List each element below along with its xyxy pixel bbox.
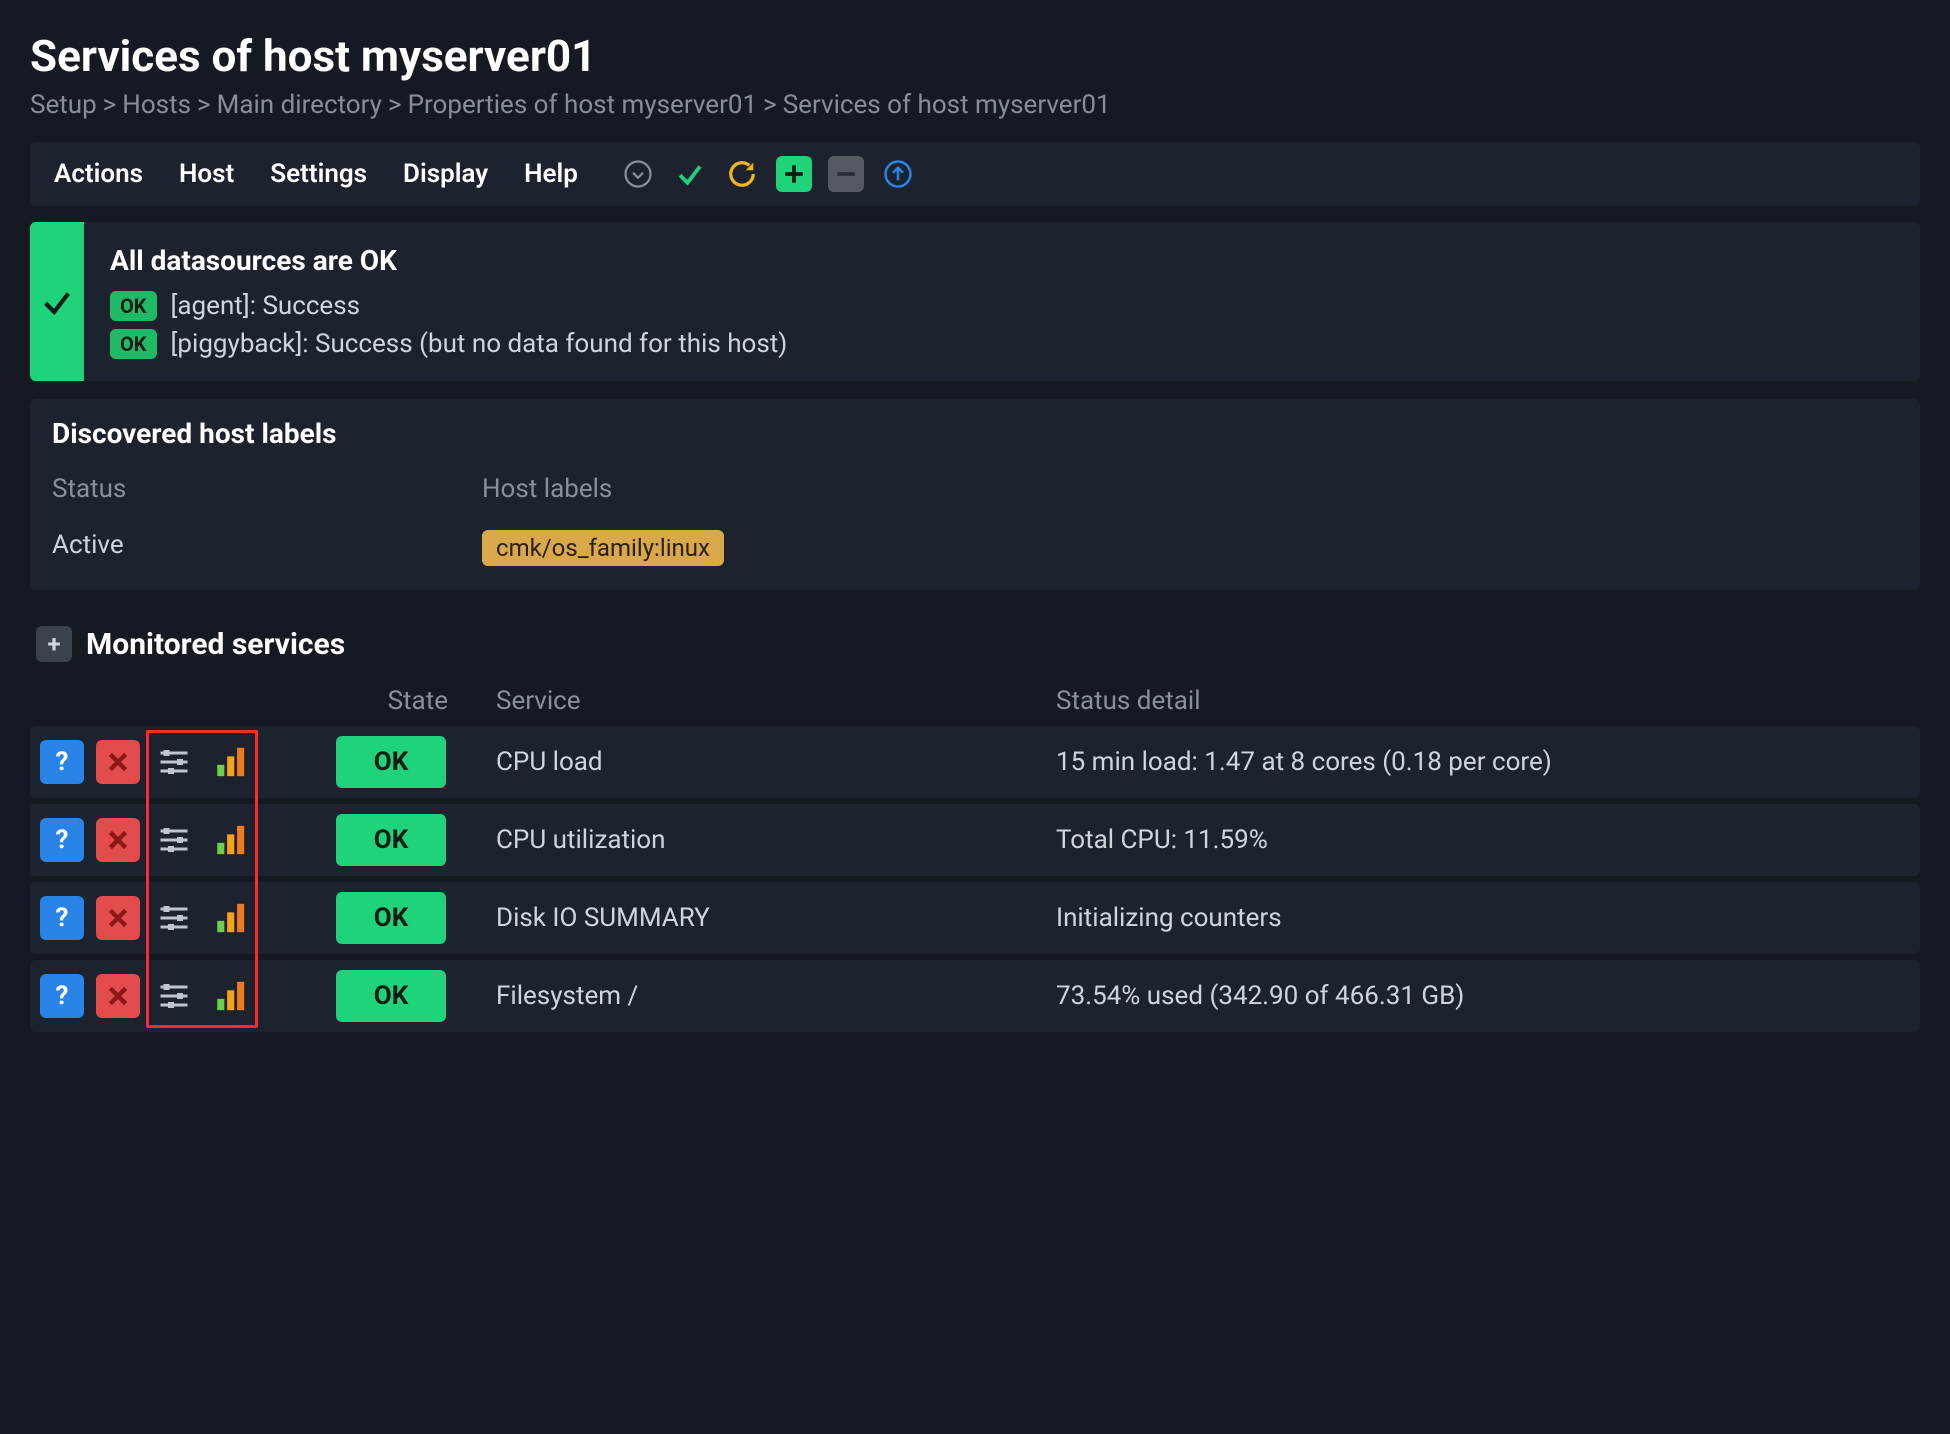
discovered-host-labels-section: Discovered host labels Status Host label…: [30, 399, 1920, 590]
check-icon: [40, 285, 74, 319]
expand-services-button[interactable]: +: [36, 626, 72, 662]
help-icon[interactable]: ?: [40, 974, 84, 1018]
parameters-icon[interactable]: [152, 818, 196, 862]
notice-title: All datasources are OK: [110, 244, 787, 277]
service-detail: 15 min load: 1.47 at 8 cores (0.18 per c…: [1056, 747, 1914, 777]
plus-icon[interactable]: [776, 156, 812, 192]
remove-icon[interactable]: [96, 974, 140, 1018]
breadcrumb-sep: >: [197, 90, 211, 120]
toolbar: Actions Host Settings Display Help: [30, 142, 1920, 206]
remove-icon[interactable]: [96, 896, 140, 940]
notice-line: OK [piggyback]: Success (but no data foun…: [110, 329, 787, 359]
arrow-up-circle-icon[interactable]: [880, 156, 916, 192]
table-row: ? OK Filesystem /73.54% used (342.90 of 46…: [30, 960, 1920, 1032]
notice-status-bar: [30, 222, 84, 381]
state-badge: OK: [336, 892, 446, 944]
chevron-down-circle-icon[interactable]: [620, 156, 656, 192]
service-name: CPU load: [496, 747, 1056, 777]
help-icon[interactable]: ?: [40, 740, 84, 784]
status-badge: OK: [110, 329, 157, 359]
breadcrumb-item[interactable]: Main directory: [217, 90, 382, 120]
menu-display[interactable]: Display: [403, 159, 488, 189]
breadcrumb-sep: >: [763, 90, 777, 120]
breadcrumb-sep: >: [103, 90, 117, 120]
breadcrumb-item[interactable]: Services of host myserver01: [783, 90, 1111, 120]
menu-help[interactable]: Help: [524, 159, 578, 189]
menu-settings[interactable]: Settings: [270, 159, 367, 189]
status-badge: OK: [110, 291, 157, 321]
col-state: State: [336, 686, 496, 716]
state-badge: OK: [336, 736, 446, 788]
menu-host[interactable]: Host: [179, 159, 234, 189]
col-host-labels: Host labels: [482, 474, 1898, 504]
minus-icon[interactable]: [828, 156, 864, 192]
remove-icon[interactable]: [96, 740, 140, 784]
table-row: ? OK Disk IO SUMMARYInitializing counters: [30, 882, 1920, 954]
notice-panel: All datasources are OK OK [agent]: Succes…: [30, 222, 1920, 381]
status-value: Active: [52, 530, 482, 566]
notice-text: [agent]: Success: [171, 291, 361, 321]
breadcrumb-sep: >: [388, 90, 402, 120]
remove-icon[interactable]: [96, 818, 140, 862]
notice-text: [piggyback]: Success (but no data found …: [171, 329, 788, 359]
service-detail: Initializing counters: [1056, 903, 1914, 933]
state-badge: OK: [336, 970, 446, 1022]
service-name: Disk IO SUMMARY: [496, 903, 1056, 933]
services-header: Monitored services: [86, 627, 345, 662]
col-status: Status: [52, 474, 482, 504]
breadcrumb-item[interactable]: Properties of host myserver01: [408, 90, 758, 120]
discovered-header: Discovered host labels: [30, 399, 1920, 464]
breadcrumb: Setup>Hosts>Main directory>Properties of…: [30, 90, 1920, 120]
graph-icon[interactable]: [208, 974, 252, 1018]
service-detail: 73.54% used (342.90 of 466.31 GB): [1056, 981, 1914, 1011]
refresh-icon[interactable]: [724, 156, 760, 192]
notice-line: OK [agent]: Success: [110, 291, 787, 321]
table-row: ? OK CPU utilizationTotal CPU: 11.59%: [30, 804, 1920, 876]
services-columns: State Service Status detail: [30, 676, 1920, 726]
table-row: ? OK CPU load15 min load: 1.47 at 8 cores …: [30, 726, 1920, 798]
service-name: Filesystem /: [496, 981, 1056, 1011]
service-detail: Total CPU: 11.59%: [1056, 825, 1914, 855]
host-label-tag[interactable]: cmk/os_family:linux: [482, 530, 724, 566]
parameters-icon[interactable]: [152, 740, 196, 784]
breadcrumb-item[interactable]: Hosts: [122, 90, 191, 120]
state-badge: OK: [336, 814, 446, 866]
breadcrumb-item[interactable]: Setup: [30, 90, 97, 120]
help-icon[interactable]: ?: [40, 818, 84, 862]
parameters-icon[interactable]: [152, 896, 196, 940]
col-status-detail: Status detail: [1056, 686, 1914, 716]
graph-icon[interactable]: [208, 896, 252, 940]
parameters-icon[interactable]: [152, 974, 196, 1018]
menu-actions[interactable]: Actions: [54, 159, 143, 189]
graph-icon[interactable]: [208, 740, 252, 784]
check-icon[interactable]: [672, 156, 708, 192]
col-service: Service: [496, 686, 1056, 716]
page-title: Services of host myserver01: [30, 30, 1920, 82]
help-icon[interactable]: ?: [40, 896, 84, 940]
monitored-services-section: + Monitored services State Service Statu…: [30, 612, 1920, 1032]
service-name: CPU utilization: [496, 825, 1056, 855]
graph-icon[interactable]: [208, 818, 252, 862]
